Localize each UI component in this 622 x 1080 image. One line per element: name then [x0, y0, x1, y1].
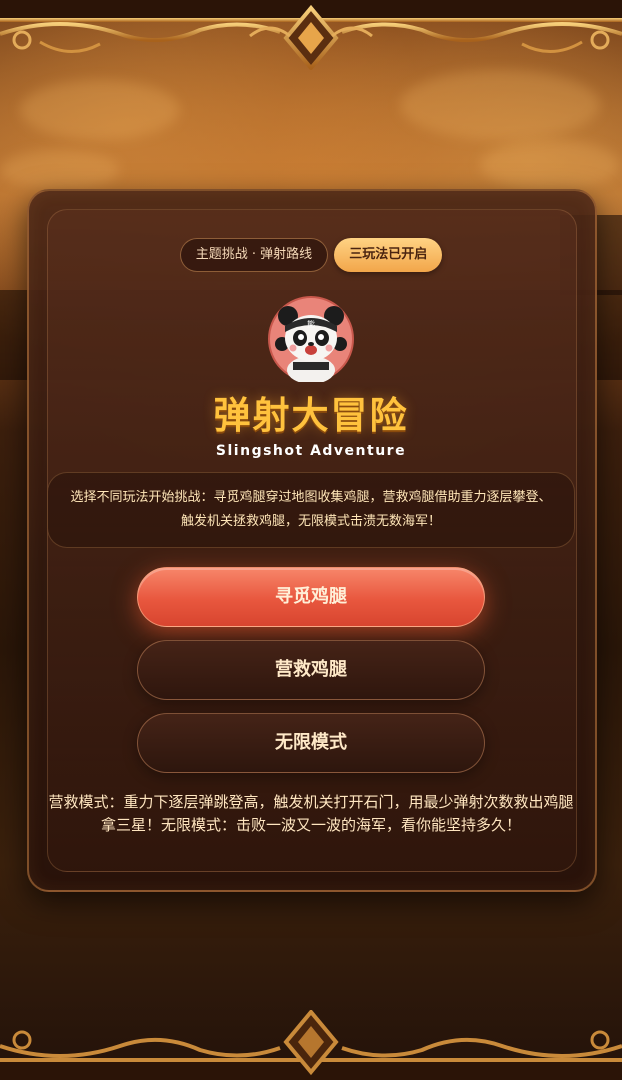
header-pills: 主题挑战 · 弹射路线 三玩法已开启: [0, 238, 622, 272]
game-description-text: 选择不同玩法开始挑战：寻觅鸡腿穿过地图收集鸡腿，营救鸡腿借助重力逐层攀登、触发机…: [70, 490, 552, 529]
rescue-drumstick-button[interactable]: 营救鸡腿: [137, 640, 485, 700]
endless-mode-button[interactable]: 无限模式: [137, 713, 485, 773]
mode-hint-text: 营救模式：重力下逐层弹跳登高，触发机关打开石门，用最少弹射次数救出鸡腿拿三星！无…: [48, 793, 574, 834]
ornate-frame-top: [0, 0, 622, 70]
background-cloud: [0, 150, 120, 190]
background-cloud: [480, 140, 620, 190]
game-description: 选择不同玩法开始挑战：寻觅鸡腿穿过地图收集鸡腿，营救鸡腿借助重力逐层攀登、触发机…: [47, 472, 575, 548]
modes-enabled-badge: 三玩法已开启: [334, 238, 443, 272]
game-menu-screen: 主题挑战 · 弹射路线 三玩法已开启 熊 弹射大冒险 Slingshot Adv…: [0, 0, 622, 1080]
background-cloud: [20, 80, 180, 140]
find-drumstick-button[interactable]: 寻觅鸡腿: [137, 567, 485, 627]
panda-avatar-icon: 熊: [268, 296, 354, 382]
theme-challenge-pill: 主题挑战 · 弹射路线: [179, 238, 329, 272]
game-title: 弹射大冒险: [213, 394, 409, 437]
game-subtitle: Slingshot Adventure: [215, 443, 407, 459]
background-cloud: [400, 70, 600, 140]
ornate-frame-bottom: [0, 1010, 622, 1080]
svg-text:熊: 熊: [307, 319, 315, 329]
